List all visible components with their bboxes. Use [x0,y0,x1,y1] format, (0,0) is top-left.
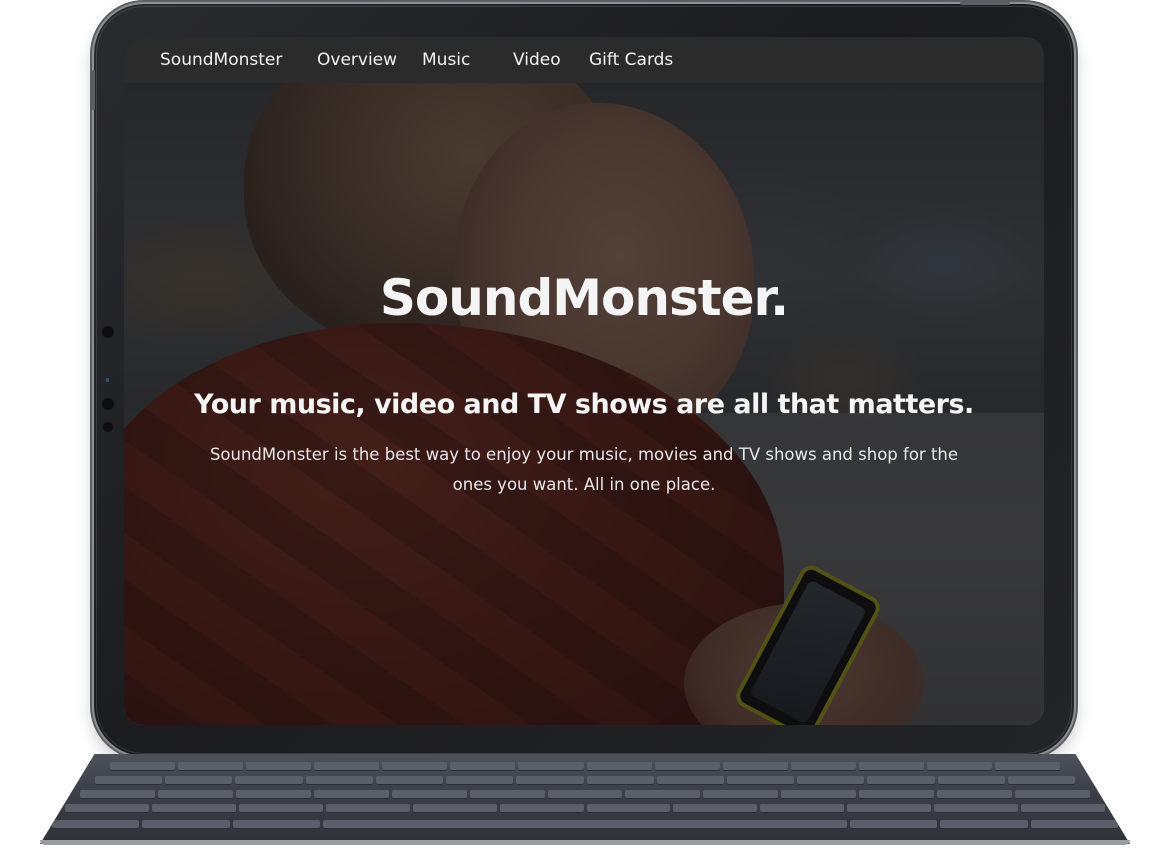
hero-description: SoundMonster is the best way to enjoy yo… [209,445,959,494]
key-row [95,776,1076,785]
nav-brand-link[interactable]: SoundMonster [160,37,282,83]
key [322,820,847,829]
top-button [960,2,1010,5]
nav-item-video[interactable]: Video [513,37,561,83]
key [781,790,857,799]
key [165,776,233,785]
key [858,762,924,771]
key [516,776,584,785]
key [314,762,380,771]
key [1030,820,1118,829]
key [1021,804,1106,813]
key [656,776,724,785]
key [499,804,584,813]
key [790,762,856,771]
key [235,790,311,799]
key [937,776,1005,785]
key [235,776,303,785]
key [151,804,236,813]
key [238,804,323,813]
device-mockup: SoundMonster Overview Music Video Gift C… [0,0,1170,848]
key [847,804,932,813]
key [673,804,758,813]
key [110,762,176,771]
key [446,776,514,785]
key [547,790,623,799]
key [450,762,516,771]
key [859,790,935,799]
key [157,790,233,799]
key [654,762,720,771]
key [52,820,140,829]
key [586,804,671,813]
top-navbar: SoundMonster Overview Music Video Gift C… [124,37,1044,83]
key [246,762,312,771]
key [849,820,938,829]
key [760,804,845,813]
key [586,776,654,785]
key [586,762,652,771]
key [703,790,779,799]
key [65,804,149,813]
key-row [80,790,1090,799]
key [722,762,788,771]
nav-item-music[interactable]: Music [422,37,470,83]
key [625,790,701,799]
key-row [110,762,1061,771]
key [797,776,865,785]
hero-subtitle: Your music, video and TV shows are all t… [194,389,974,420]
key [412,804,497,813]
key [95,776,163,785]
volume-button [92,70,95,110]
hero-title: SoundMonster. [379,269,789,327]
keyboard-edge [40,840,1130,845]
key [178,762,244,771]
key [937,790,1013,799]
sensor-icon [103,422,113,432]
key [867,776,935,785]
key [1015,790,1090,799]
key [313,790,389,799]
key-row [52,820,1118,829]
sensor-indicator [106,378,109,382]
nav-item-overview[interactable]: Overview [317,37,397,83]
key [382,762,448,771]
key [80,790,155,799]
keyboard [40,754,1130,844]
key-row [65,804,1106,813]
key [995,762,1061,771]
nav-item-gift-cards[interactable]: Gift Cards [589,37,673,83]
key [142,820,230,829]
key [726,776,795,785]
key [518,762,584,771]
key [375,776,444,785]
key [926,762,993,771]
screen: SoundMonster Overview Music Video Gift C… [124,37,1044,725]
camera-icon [102,326,114,338]
key [325,804,410,813]
key [934,804,1019,813]
key [232,820,320,829]
key [469,790,545,799]
key [1007,776,1076,785]
key [391,790,467,799]
key [940,820,1028,829]
hero-section: SoundMonster. Your music, video and TV s… [124,83,1044,725]
sensor-icon [102,398,114,410]
key [305,776,373,785]
